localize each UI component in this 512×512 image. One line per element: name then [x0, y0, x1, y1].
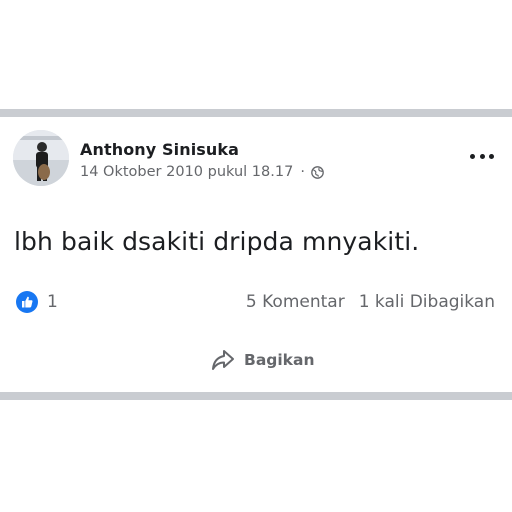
post-stats: 5 Komentar 1 kali Dibagikan [246, 292, 495, 312]
feed-divider-top [0, 109, 512, 117]
author-name[interactable]: Anthony Sinisuka [80, 140, 239, 159]
share-button-label: Bagikan [244, 351, 315, 369]
meta-separator: · [300, 164, 305, 180]
feed-divider-bottom [0, 392, 512, 400]
share-count[interactable]: 1 kali Dibagikan [359, 292, 495, 312]
globe-icon [311, 165, 324, 179]
like-icon[interactable] [16, 291, 38, 313]
more-options-icon[interactable] [470, 152, 494, 160]
share-arrow-icon [212, 350, 234, 370]
post-meta: 14 Oktober 2010 pukul 18.17 · [80, 164, 324, 180]
screenshot-canvas: Anthony Sinisuka 14 Oktober 2010 pukul 1… [0, 0, 512, 512]
reaction-count[interactable]: 1 [47, 292, 58, 312]
avatar[interactable] [13, 130, 69, 186]
post-timestamp[interactable]: 14 Oktober 2010 pukul 18.17 [80, 164, 293, 180]
comment-count[interactable]: 5 Komentar [246, 292, 345, 312]
share-button[interactable]: Bagikan [210, 348, 314, 372]
post-card: Anthony Sinisuka 14 Oktober 2010 pukul 1… [0, 117, 512, 392]
post-text: lbh baik dsakiti dripda mnyakiti. [14, 227, 420, 256]
